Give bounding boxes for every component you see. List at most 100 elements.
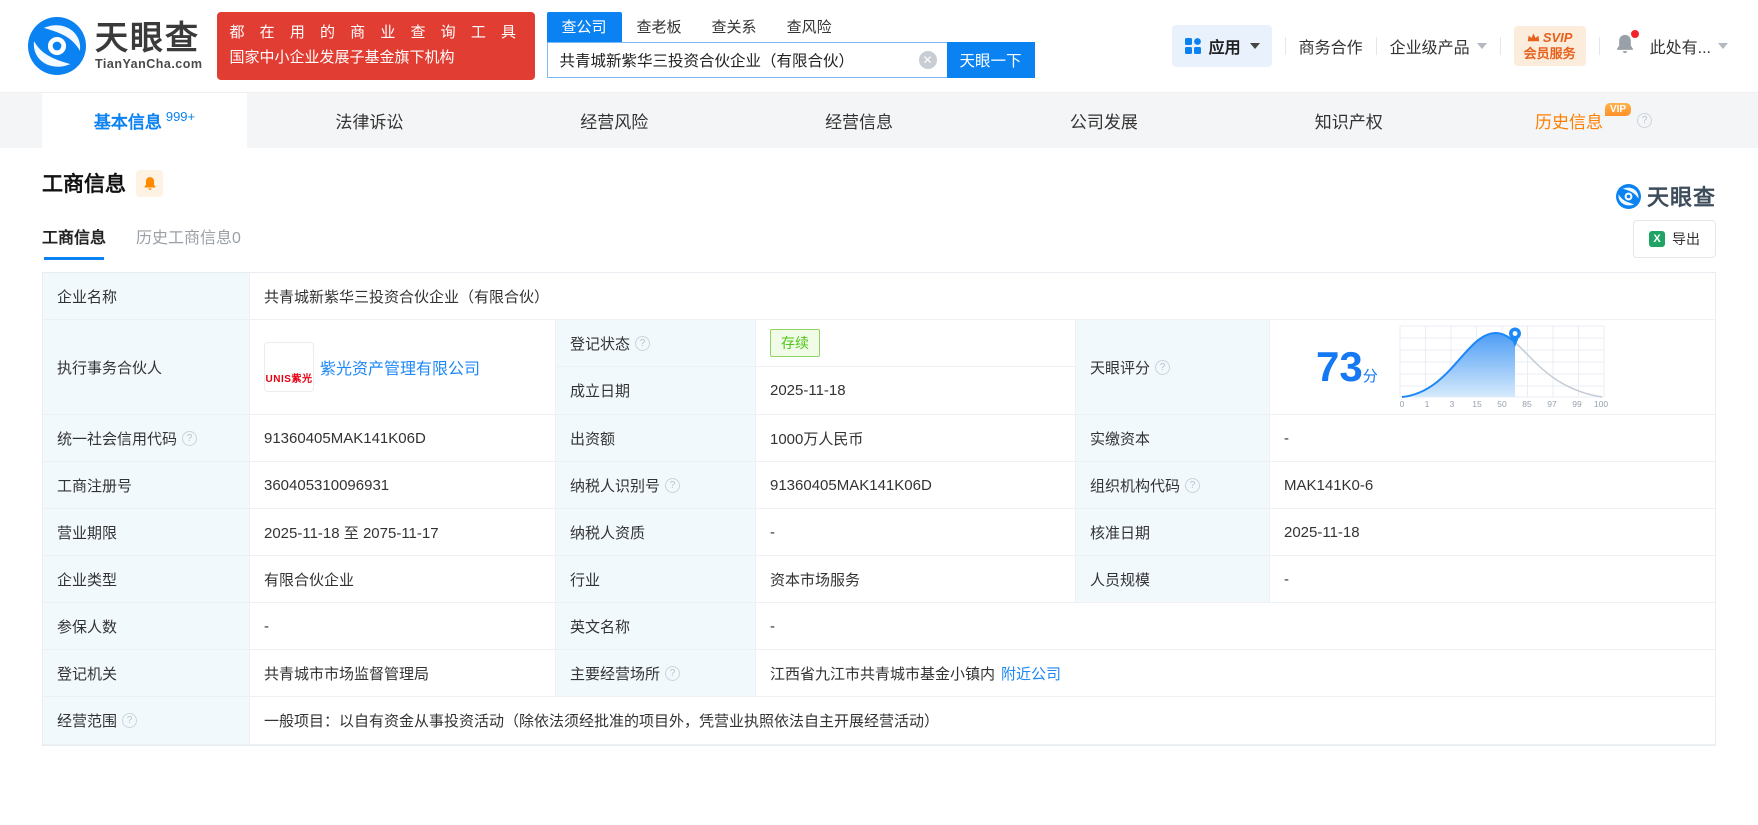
clear-search-icon[interactable]: ✕ <box>918 51 937 69</box>
score-distribution-chart: 0 1 3 15 50 85 97 99 100 <box>1399 325 1608 409</box>
industry-value: 资本市场服务 <box>756 556 1076 603</box>
help-icon[interactable]: ? <box>665 665 681 681</box>
tab-legal[interactable]: 法律诉讼 <box>247 93 492 148</box>
status-badge: 存续 <box>770 329 820 357</box>
tab-operation-risk[interactable]: 经营风险 <box>492 93 737 148</box>
english-name-value: - <box>756 603 1715 650</box>
score-number: 73 <box>1316 343 1363 390</box>
divider <box>1375 37 1377 55</box>
staff-size-value: - <box>1270 556 1715 603</box>
business-term-value: 2025-11-18 至 2075-11-17 <box>250 509 556 556</box>
tab-business-info[interactable]: 经营信息 <box>737 93 982 148</box>
tianyancha-logo[interactable]: 天眼查 TianYanCha.com <box>28 17 203 75</box>
company-type-label: 企业类型 <box>43 556 250 603</box>
excel-icon: X <box>1649 231 1665 247</box>
nearby-companies-link[interactable]: 附近公司 <box>1001 663 1061 684</box>
partner-logo-text: UNIS紫光 <box>265 374 313 385</box>
top-header: 天眼查 TianYanCha.com 都 在 用 的 商 业 查 询 工 具 国… <box>0 0 1758 92</box>
score-unit: 分 <box>1362 368 1378 385</box>
subscribe-bell-button[interactable] <box>136 169 163 197</box>
score-label: 天眼评分 <box>1090 359 1151 377</box>
partner-value: UNIS紫光 紫光资产管理有限公司 <box>250 320 556 415</box>
help-icon[interactable]: ? <box>1155 359 1171 375</box>
tab-basic-label: 基本信息 <box>93 113 162 132</box>
capital-value: 1000万人民币 <box>756 415 1076 462</box>
enterprise-label: 企业级产品 <box>1389 40 1470 57</box>
svip-label-top: SVIP <box>1542 29 1573 45</box>
staff-size-label: 人员规模 <box>1076 556 1270 603</box>
reg-number-label: 工商注册号 <box>43 462 250 509</box>
status-label: 登记状态 <box>570 335 631 353</box>
business-scope-value: 一般项目：以自有资金从事投资活动（除依法须经批准的项目外，凭营业执照依法自主开展… <box>250 697 1715 745</box>
taxpayer-quality-value: - <box>756 509 1076 556</box>
paidin-capital-value: - <box>1270 415 1715 462</box>
header-nav: 应用 商务合作 企业级产品 SVIP 会员服务 此处有... <box>1171 25 1728 67</box>
help-icon[interactable]: ? <box>182 430 198 446</box>
grid-icon <box>1184 38 1201 54</box>
divider <box>1598 37 1600 55</box>
help-icon[interactable]: ? <box>665 477 681 493</box>
insured-count-value: - <box>250 603 556 650</box>
section-watermark: 天眼查 <box>1615 180 1716 212</box>
brand-domain: TianYanCha.com <box>95 57 203 72</box>
search-tab-risk[interactable]: 查风险 <box>772 12 847 42</box>
svg-text:97: 97 <box>1547 399 1557 409</box>
help-icon[interactable]: ? <box>122 713 138 728</box>
search-tab-boss[interactable]: 查老板 <box>622 12 697 42</box>
apps-menu-button[interactable]: 应用 <box>1171 25 1272 67</box>
subtab-row: 工商信息 历史工商信息0 X 导出 <box>42 220 1716 260</box>
slogan-line1: 都 在 用 的 商 业 查 询 工 具 <box>229 24 522 42</box>
search-tab-company[interactable]: 查公司 <box>546 12 622 42</box>
svip-label-bottom: 会员服务 <box>1523 46 1576 61</box>
help-icon[interactable]: ? <box>1185 477 1201 493</box>
tab-intellectual-property[interactable]: 知识产权 <box>1226 93 1471 148</box>
divider <box>1499 37 1501 55</box>
tab-company-development[interactable]: 公司发展 <box>981 93 1226 148</box>
search-button[interactable]: 天眼一下 <box>946 42 1035 78</box>
registration-authority-label: 登记机关 <box>43 650 250 697</box>
help-icon[interactable]: ? <box>635 335 651 351</box>
company-type-value: 有限合伙企业 <box>250 556 556 603</box>
user-menu[interactable]: 此处有... <box>1650 34 1728 58</box>
company-tabstrip: 基本信息 999+ 法律诉讼 经营风险 经营信息 公司发展 知识产权 历史信息 … <box>0 92 1758 148</box>
founded-value: 2025-11-18 <box>756 367 1076 415</box>
user-label: 此处有... <box>1649 40 1711 57</box>
subtab-history-business-info[interactable]: 历史工商信息0 <box>136 224 241 260</box>
notification-bell-button[interactable] <box>1615 29 1639 60</box>
status-value: 存续 <box>756 320 1076 367</box>
partner-company-link[interactable]: 紫光资产管理有限公司 <box>320 355 480 379</box>
help-icon[interactable]: ? <box>1637 113 1653 128</box>
nav-cooperation[interactable]: 商务合作 <box>1299 34 1363 58</box>
org-code-label: 组织机构代码 <box>1090 477 1181 495</box>
partner-logo[interactable]: UNIS紫光 <box>264 342 314 392</box>
search-input[interactable] <box>546 42 947 78</box>
search-tab-relation[interactable]: 查关系 <box>697 12 772 42</box>
vip-badge: VIP <box>1604 103 1632 116</box>
company-name-value: 共青城新紫华三投资合伙企业（有限合伙） <box>250 273 1715 320</box>
tianyancha-watermark-icon <box>1615 183 1641 209</box>
section-title: 工商信息 <box>42 173 126 196</box>
search-tabs: 查公司 查老板 查关系 查风险 <box>546 12 1035 42</box>
subtab-business-info[interactable]: 工商信息 <box>42 224 106 260</box>
brand-slogan: 都 在 用 的 商 业 查 询 工 具 国家中小企业发展子基金旗下机构 <box>216 12 535 80</box>
taxpayer-id-label: 纳税人识别号 <box>570 477 661 495</box>
brand-name: 天眼查 <box>95 19 200 57</box>
paidin-capital-label: 实缴资本 <box>1076 415 1270 462</box>
svg-text:0: 0 <box>1399 399 1404 409</box>
main-place-value: 江西省九江市共青城市基金小镇内 附近公司 <box>756 650 1715 697</box>
main-place-text: 江西省九江市共青城市基金小镇内 <box>770 665 996 683</box>
approval-date-label: 核准日期 <box>1076 509 1270 556</box>
tab-basic-info[interactable]: 基本信息 999+ <box>42 93 247 148</box>
business-scope-label: 经营范围 <box>57 713 118 730</box>
svg-text:100: 100 <box>1594 399 1608 409</box>
founded-label: 成立日期 <box>556 367 756 415</box>
bell-icon <box>144 176 155 190</box>
tab-history-info[interactable]: 历史信息 VIP ? <box>1471 93 1716 148</box>
org-code-value: MAK141K0-6 <box>1270 462 1715 509</box>
svg-text:50: 50 <box>1497 399 1507 409</box>
industry-label: 行业 <box>556 556 756 603</box>
chevron-down-icon <box>1249 43 1260 49</box>
svip-member-button[interactable]: SVIP 会员服务 <box>1513 25 1586 67</box>
export-button[interactable]: X 导出 <box>1633 220 1716 258</box>
nav-enterprise-products[interactable]: 企业级产品 <box>1390 34 1487 58</box>
